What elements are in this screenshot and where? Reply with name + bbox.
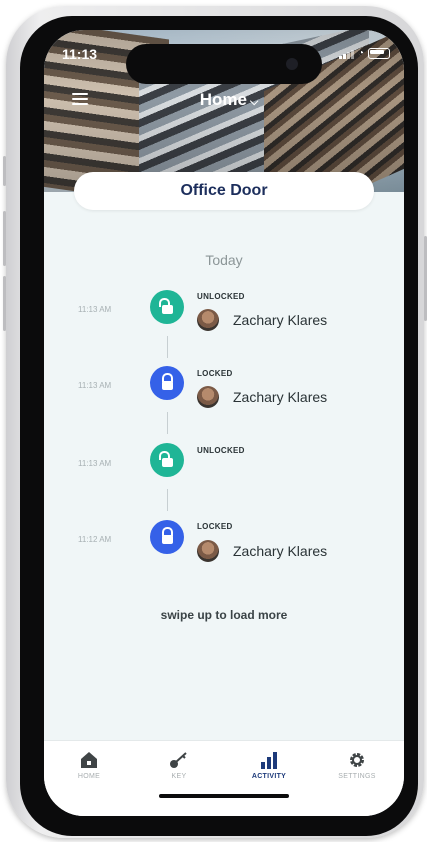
mute-switch bbox=[3, 156, 6, 186]
event-status: UNLOCKED bbox=[197, 446, 245, 455]
status-time: 11:13 bbox=[62, 46, 98, 62]
tab-bar: HOME KEY ACTIVITY SETTINGS bbox=[44, 740, 404, 816]
door-name: Office Door bbox=[180, 182, 268, 199]
event-status: LOCKED bbox=[197, 369, 233, 378]
timeline-connector bbox=[167, 489, 168, 511]
timeline-connector bbox=[167, 336, 168, 358]
tab-settings[interactable]: SETTINGS bbox=[322, 749, 392, 780]
event-status: UNLOCKED bbox=[197, 292, 245, 301]
event-time: 11:13 AM bbox=[78, 381, 112, 390]
event-status: LOCKED bbox=[197, 522, 233, 531]
section-title: Today bbox=[205, 252, 243, 268]
door-selector[interactable]: Office Door bbox=[74, 172, 374, 210]
tab-home[interactable]: HOME bbox=[54, 749, 124, 780]
load-more-hint[interactable]: swipe up to load more bbox=[44, 608, 404, 622]
timeline-connector bbox=[167, 412, 168, 434]
chevron-down-icon: ⌵ bbox=[249, 96, 259, 108]
wifi-icon: ◔ bbox=[357, 48, 364, 59]
bar-chart-icon bbox=[234, 749, 304, 771]
volume-down-button bbox=[3, 276, 6, 331]
unlocked-icon bbox=[150, 443, 184, 477]
tab-activity[interactable]: ACTIVITY bbox=[234, 749, 304, 780]
lock-icon bbox=[150, 366, 184, 400]
event-user: Zachary Klares bbox=[233, 543, 328, 559]
tab-label: KEY bbox=[171, 773, 187, 780]
location-selector[interactable]: Home ⌵ bbox=[174, 90, 284, 110]
battery-icon bbox=[368, 48, 390, 59]
avatar bbox=[197, 309, 219, 331]
lock-icon bbox=[150, 520, 184, 554]
menu-icon[interactable] bbox=[72, 93, 88, 105]
key-icon bbox=[144, 749, 214, 771]
avatar bbox=[197, 540, 219, 562]
home-indicator[interactable] bbox=[159, 794, 289, 798]
event-time: 11:13 AM bbox=[78, 459, 112, 468]
tab-label: ACTIVITY bbox=[251, 773, 287, 780]
tab-label: SETTINGS bbox=[338, 773, 376, 780]
avatar bbox=[197, 386, 219, 408]
signal-icon bbox=[338, 49, 354, 59]
event-time: 11:13 AM bbox=[78, 305, 112, 314]
gear-icon bbox=[322, 749, 392, 771]
home-icon bbox=[54, 749, 124, 771]
volume-up-button bbox=[3, 211, 6, 266]
event-time: 11:12 AM bbox=[78, 535, 112, 544]
tab-key[interactable]: KEY bbox=[144, 749, 214, 780]
status-icons: ◔ bbox=[338, 48, 390, 59]
unlocked-icon bbox=[150, 290, 184, 324]
event-user: Zachary Klares bbox=[233, 312, 328, 328]
tab-label: HOME bbox=[77, 773, 101, 780]
dynamic-island bbox=[126, 44, 322, 84]
event-user: Zachary Klares bbox=[233, 389, 328, 405]
location-title: Home bbox=[199, 90, 247, 109]
app-screen: 11:13 ◔ Home ⌵ Office Door Today 11:13 AM… bbox=[44, 30, 404, 816]
